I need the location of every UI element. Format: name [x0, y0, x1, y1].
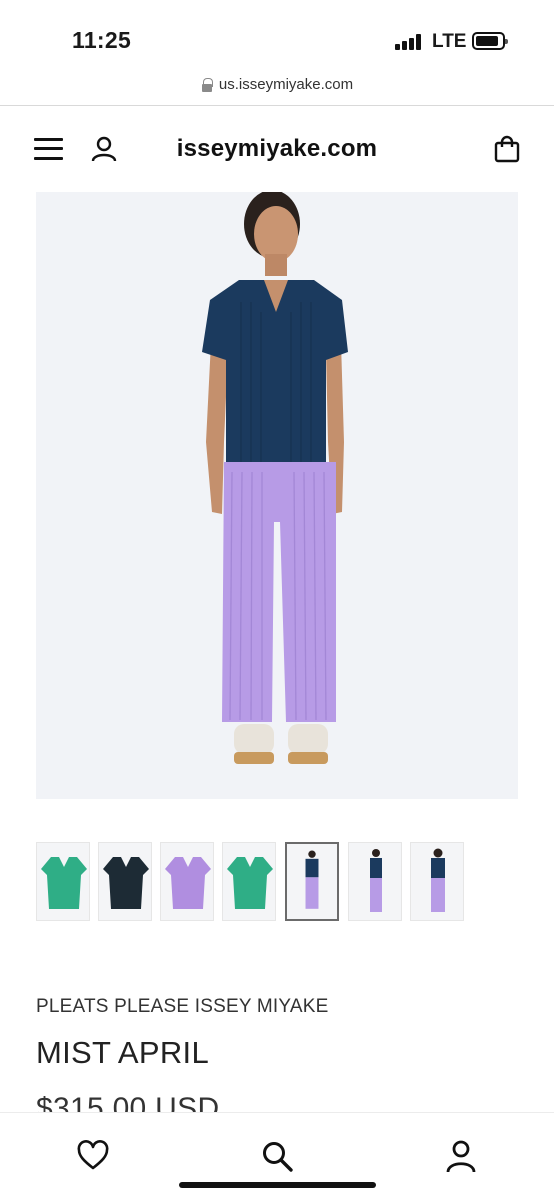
thumbnail-green-top[interactable] — [36, 842, 90, 921]
thumbnail-model-back[interactable] — [410, 842, 464, 921]
thumbnail-green-top-alt[interactable] — [222, 842, 276, 921]
battery-icon — [472, 32, 508, 50]
bottom-navigation — [0, 1112, 554, 1200]
model-illustration — [202, 192, 348, 764]
status-bar: 11:25 LTE — [0, 0, 554, 70]
clock: 11:25 — [72, 27, 132, 53]
thumbnail-model-front[interactable] — [285, 842, 339, 921]
shopping-bag-icon[interactable] — [494, 135, 520, 163]
thumbnail-black-top[interactable] — [98, 842, 152, 921]
site-logo[interactable]: isseymiyake.com — [0, 135, 554, 163]
search-icon[interactable] — [260, 1139, 294, 1173]
product-thumbnails — [36, 842, 476, 922]
account-icon[interactable] — [444, 1139, 478, 1173]
site-header: isseymiyake.com — [0, 118, 554, 182]
lock-icon — [201, 77, 213, 92]
url-text: us.isseymiyake.com — [218, 76, 354, 93]
browser-url-bar[interactable]: us.isseymiyake.com — [0, 70, 554, 106]
thumbnail-lilac-top[interactable] — [160, 842, 214, 921]
heart-icon[interactable] — [76, 1139, 110, 1173]
product-brand: PLEATS PLEASE ISSEY MIYAKE — [36, 996, 329, 1017]
product-name: MIST APRIL — [36, 1035, 209, 1070]
carrier-label: LTE — [432, 31, 467, 52]
thumbnail-model-side[interactable] — [348, 842, 402, 921]
product-main-image[interactable] — [36, 192, 518, 799]
cellular-signal-icon — [395, 34, 423, 50]
home-indicator[interactable] — [179, 1182, 376, 1188]
